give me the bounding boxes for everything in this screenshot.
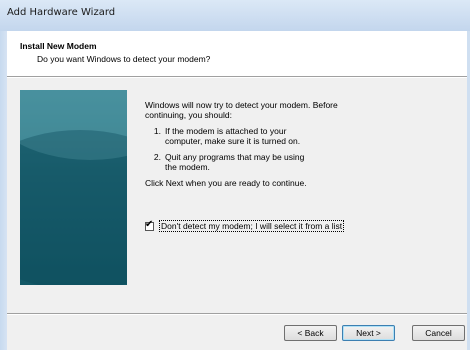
header-title: Install New Modem bbox=[20, 41, 97, 51]
step-line: Quit any programs that may be using bbox=[165, 152, 305, 162]
intro-text: Windows will now try to detect your mode… bbox=[145, 100, 445, 120]
dont-detect-checkbox-label[interactable]: Don't detect my modem; I will select it … bbox=[159, 220, 345, 232]
step-number: 2. bbox=[153, 152, 161, 162]
continue-text: Click Next when you are ready to continu… bbox=[145, 178, 307, 188]
header-subtitle: Do you want Windows to detect your modem… bbox=[37, 54, 211, 64]
cancel-button[interactable]: Cancel bbox=[412, 325, 465, 341]
footer-divider bbox=[7, 313, 467, 315]
step-line: computer, make sure it is turned on. bbox=[165, 136, 301, 146]
step-line: If the modem is attached to your bbox=[165, 126, 287, 136]
dont-detect-checkbox[interactable]: ✔ bbox=[145, 218, 154, 231]
step-number: 1. bbox=[153, 126, 161, 136]
checkmark-icon: ✔ bbox=[145, 218, 154, 230]
step-text: If the modem is attached to your compute… bbox=[161, 126, 300, 146]
intro-line-2: continuing, you should: bbox=[145, 110, 232, 120]
title-bar[interactable]: Add Hardware Wizard bbox=[0, 0, 470, 31]
list-item: 1. If the modem is attached to your comp… bbox=[145, 126, 445, 146]
dont-detect-checkbox-row[interactable]: ✔ Don't detect my modem; I will select i… bbox=[145, 218, 345, 232]
instruction-list: 1. If the modem is attached to your comp… bbox=[145, 126, 445, 172]
window-frame-left bbox=[0, 31, 7, 350]
step-text: Quit any programs that may be using the … bbox=[161, 152, 304, 172]
wizard-side-graphic bbox=[20, 90, 127, 285]
wizard-header: Install New Modem Do you want Windows to… bbox=[7, 31, 467, 76]
graphic-shadow bbox=[20, 130, 127, 285]
intro-line-1: Windows will now try to detect your mode… bbox=[145, 100, 338, 110]
step-line: the modem. bbox=[165, 162, 210, 172]
list-item: 2. Quit any programs that may be using t… bbox=[145, 152, 445, 172]
wizard-content: Windows will now try to detect your mode… bbox=[145, 100, 445, 188]
next-button[interactable]: Next > bbox=[342, 325, 395, 341]
back-button[interactable]: < Back bbox=[284, 325, 337, 341]
window-title: Add Hardware Wizard bbox=[7, 7, 116, 18]
